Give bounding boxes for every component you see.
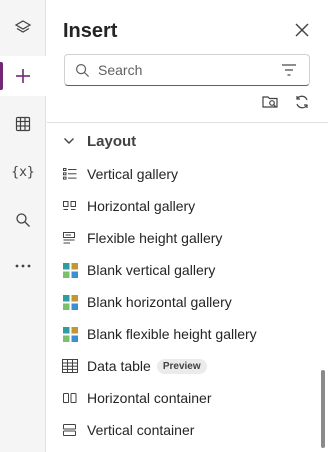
left-rail: {x} <box>0 0 46 452</box>
item-label: Blank vertical gallery <box>87 262 216 278</box>
item-label: Horizontal container <box>87 390 212 406</box>
data-button[interactable] <box>0 104 46 144</box>
scrollbar-thumb[interactable] <box>321 370 325 448</box>
item-label: Horizontal gallery <box>87 198 196 214</box>
filter-icon[interactable] <box>281 63 297 77</box>
item-label: Blank flexible height gallery <box>87 326 257 342</box>
variables-icon: {x} <box>11 164 35 180</box>
list-item[interactable]: Vertical container <box>47 414 328 446</box>
panel-title: Insert <box>63 20 118 42</box>
list-item[interactable]: Blank horizontal gallery <box>47 286 328 318</box>
layout-section: Layout Vertical gallery Horizontal galle… <box>47 124 328 446</box>
item-label: Data table <box>87 358 151 374</box>
list-item[interactable]: Horizontal container <box>47 382 328 414</box>
list-item[interactable]: Blank flexible height gallery <box>47 318 328 350</box>
horizontal-gallery-icon <box>61 197 79 215</box>
layers-icon <box>14 19 32 37</box>
search-box <box>64 54 310 86</box>
item-label: Flexible height gallery <box>87 230 223 246</box>
search-icon <box>15 212 31 228</box>
plus-icon <box>14 67 32 85</box>
list-item[interactable]: Vertical gallery <box>47 158 328 190</box>
table-icon <box>15 116 31 132</box>
preview-badge: Preview <box>156 358 207 374</box>
panel-tools <box>262 94 310 110</box>
search-icon <box>75 63 90 78</box>
blank-gallery-icon <box>61 293 79 311</box>
insert-panel: Insert Search Layout Vertical gallery Ho… <box>47 0 328 452</box>
insert-button[interactable] <box>0 56 46 96</box>
chevron-down-icon <box>63 137 79 145</box>
data-table-icon <box>61 357 79 375</box>
more-icon <box>14 263 32 269</box>
search-input[interactable] <box>98 62 248 78</box>
flexible-height-gallery-icon <box>61 229 79 247</box>
item-label: Vertical container <box>87 422 195 438</box>
list-item[interactable]: Horizontal gallery <box>47 190 328 222</box>
list-item[interactable]: Blank vertical gallery <box>47 254 328 286</box>
list-item[interactable]: Data table Preview <box>47 350 328 382</box>
vertical-container-icon <box>61 421 79 439</box>
divider <box>47 122 328 123</box>
refresh-icon[interactable] <box>294 94 310 110</box>
blank-gallery-icon <box>61 261 79 279</box>
item-label: Vertical gallery <box>87 166 179 182</box>
close-icon <box>295 23 309 42</box>
close-button[interactable] <box>292 22 312 42</box>
horizontal-container-icon <box>61 389 79 407</box>
section-label: Layout <box>87 132 137 150</box>
section-header-layout[interactable]: Layout <box>47 124 328 158</box>
folder-search-icon[interactable] <box>262 94 280 110</box>
vertical-gallery-icon <box>61 165 79 183</box>
blank-gallery-icon <box>61 325 79 343</box>
search-rail-button[interactable] <box>0 200 46 240</box>
item-label: Blank horizontal gallery <box>87 294 232 310</box>
variables-button[interactable]: {x} <box>0 152 46 192</box>
tree-view-button[interactable] <box>0 8 46 48</box>
list-item[interactable]: Flexible height gallery <box>47 222 328 254</box>
more-button[interactable] <box>0 246 46 286</box>
